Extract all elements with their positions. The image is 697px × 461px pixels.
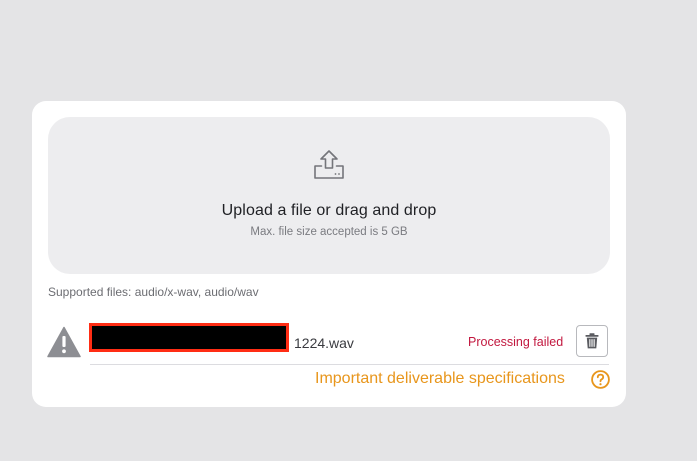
trash-icon xyxy=(585,333,599,349)
dropzone-subtitle: Max. file size accepted is 5 GB xyxy=(250,226,408,238)
status-text: Processing failed xyxy=(468,335,564,349)
upload-card: Upload a file or drag and drop Max. file… xyxy=(32,101,626,407)
redacted-filename xyxy=(89,323,289,352)
delete-file-button[interactable] xyxy=(576,325,608,357)
row-divider xyxy=(90,364,609,365)
warning-triangle-icon xyxy=(47,326,81,358)
dropzone-title: Upload a file or drag and drop xyxy=(221,202,437,219)
filename-text: 1224.wav xyxy=(294,335,354,351)
question-circle-icon[interactable] xyxy=(591,370,610,389)
file-dropzone[interactable]: Upload a file or drag and drop Max. file… xyxy=(48,117,610,274)
supported-files-text: Supported files: audio/x-wav, audio/wav xyxy=(48,285,259,299)
deliverable-specifications-link[interactable]: Important deliverable specifications xyxy=(315,370,565,388)
upload-tray-icon xyxy=(314,150,344,179)
